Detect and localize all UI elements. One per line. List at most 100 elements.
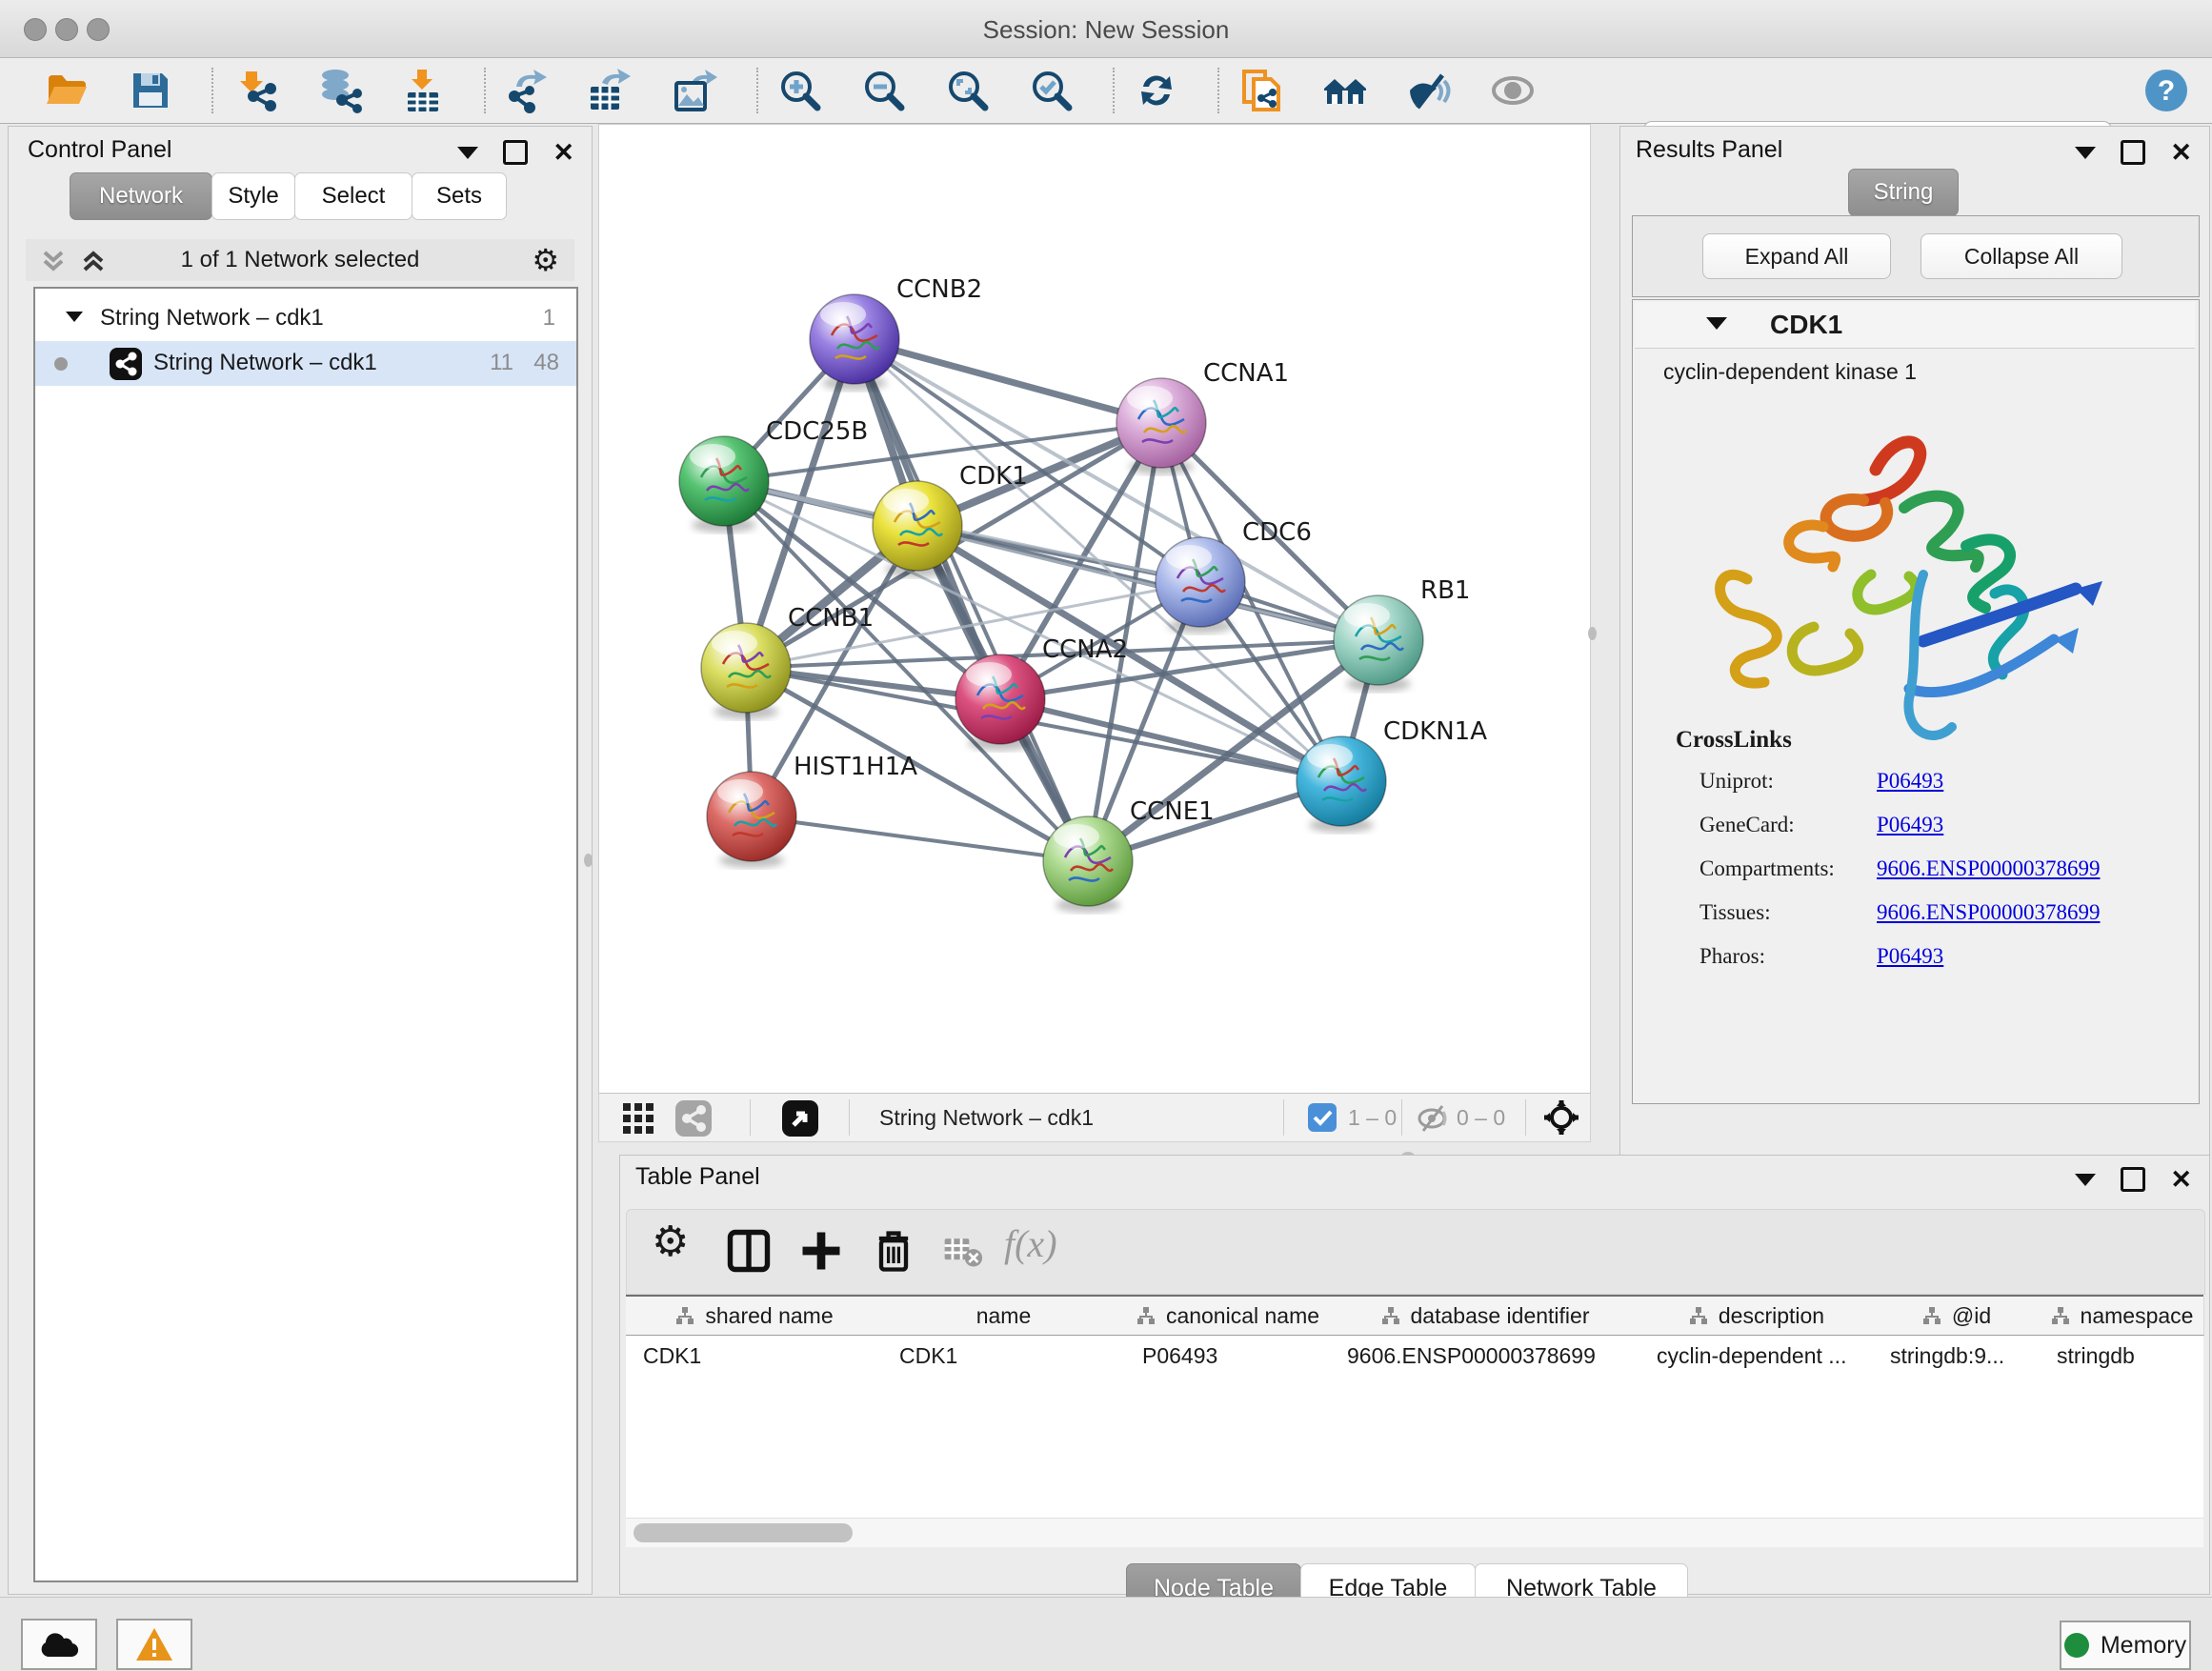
gene-section-header[interactable]: CDK1 (1635, 302, 2195, 349)
toolbar-separator (1217, 68, 1219, 113)
network-row-selected[interactable]: String Network – cdk1 11 48 (35, 341, 576, 386)
grid-view-icon[interactable] (622, 1102, 654, 1135)
expand-all-button[interactable]: Expand All (1702, 233, 1891, 279)
network-view-toolbar: String Network – cdk1 1 – 0 0 – 0 (598, 1093, 1591, 1142)
tab-style[interactable]: Style (211, 172, 295, 220)
node-CCNB2[interactable]: CCNB2 (810, 275, 982, 391)
close-panel-icon[interactable]: ✕ (2170, 1170, 2192, 1189)
import-network-file-button[interactable] (232, 66, 286, 115)
show-columns-icon[interactable] (724, 1225, 774, 1277)
panel-menu-icon[interactable] (2075, 1174, 2096, 1186)
zoom-fit-button[interactable] (941, 66, 995, 115)
crosslink-row: Tissues:9606.ENSP00000378699 (1699, 900, 2185, 944)
column-header-canonical-name[interactable]: canonical name (1125, 1297, 1331, 1336)
delete-column-trash-icon[interactable] (869, 1225, 918, 1277)
delete-table-icon[interactable] (941, 1225, 983, 1277)
tab-string[interactable]: String (1848, 169, 1959, 216)
hierarchy-icon (2050, 1305, 2071, 1326)
zoom-selected-button[interactable] (1025, 66, 1078, 115)
table-cell[interactable]: cyclin-dependent ... (1639, 1335, 1873, 1377)
node-gloss (1166, 545, 1212, 570)
warnings-button[interactable] (116, 1619, 192, 1670)
crosslink-link[interactable]: 9606.ENSP00000378699 (1877, 900, 2101, 925)
column-header-@id[interactable]: @id (1873, 1297, 2041, 1336)
crosslink-link[interactable]: P06493 (1877, 813, 1943, 837)
gear-icon[interactable]: ⚙ (532, 242, 559, 278)
network-edge-count: 48 (533, 350, 559, 376)
memory-button[interactable]: Memory (2060, 1621, 2191, 1670)
fit-selected-crosshair-icon[interactable] (1542, 1098, 1580, 1137)
node-CDK1[interactable]: CDK1 (873, 462, 1028, 577)
scrollbar-thumb[interactable] (633, 1523, 853, 1542)
table-cell[interactable]: 9606.ENSP00000378699 (1330, 1335, 1639, 1377)
zoom-in-button[interactable] (774, 66, 827, 115)
table-cell[interactable]: CDK1 (882, 1335, 1125, 1377)
clone-network-button[interactable] (1235, 66, 1288, 115)
toolbar-separator (1401, 1099, 1402, 1136)
table-cell[interactable]: stringdb (2040, 1335, 2203, 1377)
cloud-status-button[interactable] (21, 1619, 97, 1670)
zoom-out-button[interactable] (857, 66, 911, 115)
node-table[interactable]: shared nameCDK1nameCDK1canonical nameP06… (626, 1295, 2203, 1535)
string-home-button[interactable] (1318, 66, 1372, 115)
node-label-HIST1H1A: HIST1H1A (794, 753, 917, 781)
panel-menu-icon[interactable] (457, 147, 478, 159)
tab-sets[interactable]: Sets (412, 172, 507, 220)
collapse-all-button[interactable]: Collapse All (1920, 233, 2122, 279)
add-column-icon[interactable] (796, 1225, 846, 1277)
export-table-button[interactable] (583, 66, 636, 115)
export-network-button[interactable] (501, 66, 554, 115)
section-collapse-icon[interactable] (1706, 317, 1727, 330)
crosslink-row: Pharos:P06493 (1699, 944, 2185, 988)
column-header-namespace[interactable]: namespace (2040, 1297, 2204, 1336)
crosslink-link[interactable]: P06493 (1877, 944, 1943, 969)
table-cell[interactable]: P06493 (1125, 1335, 1330, 1377)
share-view-icon[interactable] (675, 1100, 712, 1137)
float-panel-icon[interactable] (503, 140, 528, 165)
panel-menu-icon[interactable] (2075, 147, 2096, 159)
tab-network[interactable]: Network (70, 172, 212, 220)
help-button[interactable]: ? (2140, 66, 2193, 115)
function-builder-icon[interactable]: f(x) (1004, 1221, 1109, 1273)
left-splitter-handle[interactable] (584, 854, 593, 867)
table-cell[interactable]: stringdb:9... (1873, 1335, 2040, 1377)
memory-label: Memory (2101, 1632, 2186, 1660)
tab-select[interactable]: Select (294, 172, 412, 220)
hide-unhide-button[interactable] (1402, 66, 1456, 115)
save-session-button[interactable] (124, 66, 177, 115)
node-CCNA1[interactable]: CCNA1 (1116, 359, 1289, 474)
table-cell[interactable]: CDK1 (626, 1335, 882, 1377)
column-header-description[interactable]: description (1639, 1297, 1874, 1336)
memory-status-dot (2064, 1633, 2089, 1658)
crosslink-link[interactable]: 9606.ENSP00000378699 (1877, 856, 2101, 881)
node-CDKN1A[interactable]: CDKN1A (1297, 717, 1487, 833)
import-network-database-button[interactable] (312, 66, 366, 115)
import-table-file-button[interactable] (396, 66, 450, 115)
edge-HIST1H1A-CCNE1[interactable] (752, 816, 1088, 861)
float-panel-icon[interactable] (2121, 1167, 2145, 1192)
table-horizontal-scrollbar[interactable] (626, 1518, 2203, 1547)
node-RB1[interactable]: RB1 (1334, 576, 1470, 692)
collection-expand-icon[interactable] (66, 312, 83, 322)
zoom-in-icon (775, 68, 825, 113)
column-header-name[interactable]: name (882, 1297, 1126, 1336)
selected-checkbox[interactable] (1308, 1103, 1337, 1132)
birds-eye-view-icon[interactable] (782, 1100, 818, 1137)
table-settings-gear-icon[interactable]: ⚙ (652, 1218, 701, 1269)
column-header-database-identifier[interactable]: database identifier (1330, 1297, 1640, 1336)
open-session-button[interactable] (40, 66, 93, 115)
export-image-button[interactable] (667, 66, 720, 115)
hidden-eye-icon[interactable] (1417, 1102, 1451, 1135)
node-HIST1H1A[interactable]: HIST1H1A (707, 753, 917, 868)
close-panel-icon[interactable]: ✕ (553, 143, 574, 162)
close-panel-icon[interactable]: ✕ (2170, 143, 2192, 162)
right-splitter-handle[interactable] (1588, 627, 1597, 640)
crosslink-row: Uniprot:P06493 (1699, 769, 2185, 813)
show-eye-button[interactable] (1486, 66, 1539, 115)
network-canvas[interactable]: CCNB2CCNA1CDC25BCDK1CDC6RB1CCNB1CCNA2CDK… (598, 124, 1591, 1095)
network-collection-row[interactable]: String Network – cdk1 1 (35, 296, 576, 341)
float-panel-icon[interactable] (2121, 140, 2145, 165)
crosslink-link[interactable]: P06493 (1877, 769, 1943, 794)
refresh-button[interactable] (1130, 66, 1183, 115)
column-header-shared-name[interactable]: shared name (626, 1297, 883, 1336)
